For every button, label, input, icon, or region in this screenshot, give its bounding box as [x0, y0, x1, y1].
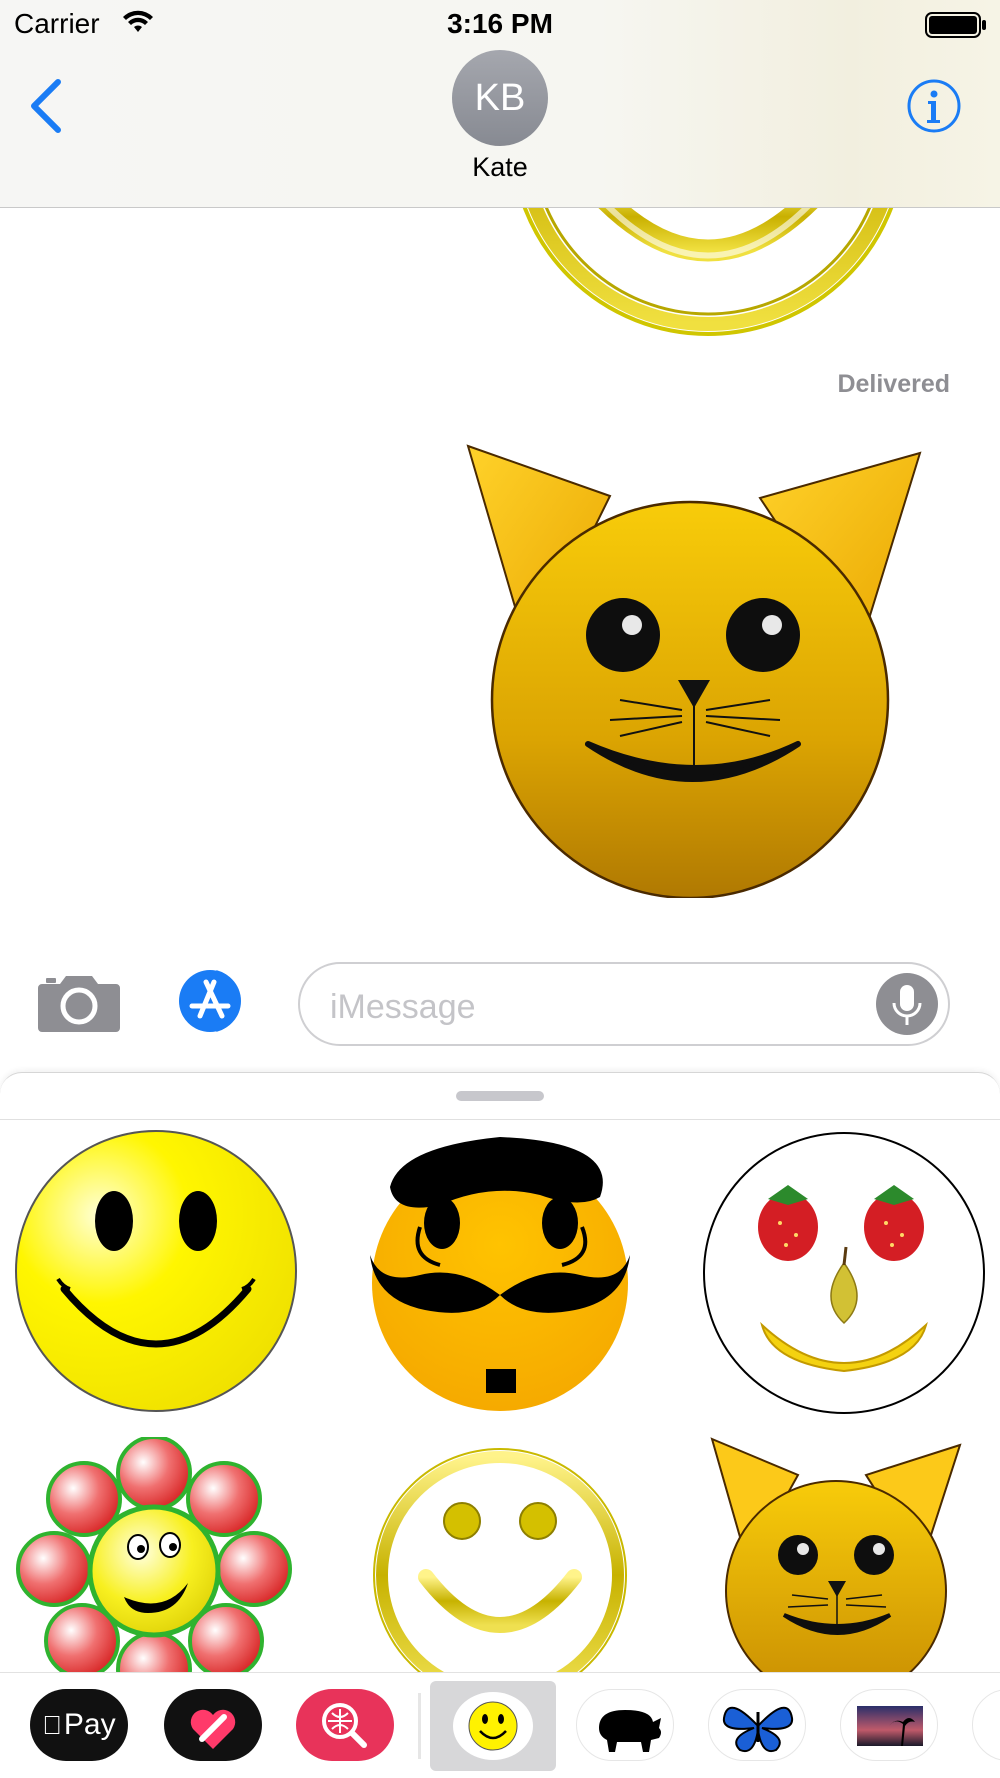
butterfly-app-icon[interactable]	[708, 1689, 806, 1761]
compose-bar: iMessage	[0, 948, 1000, 1072]
message-transcript[interactable]: Delivered	[0, 208, 1000, 948]
gold-ring-sticker-message[interactable]	[500, 208, 920, 353]
partial-app-icon[interactable]	[972, 1689, 1000, 1761]
digital-touch-icon[interactable]	[164, 1689, 262, 1761]
info-icon[interactable]	[906, 78, 962, 134]
web-images-search-icon[interactable]	[296, 1689, 394, 1761]
app-store-icon[interactable]	[170, 966, 256, 1036]
app-strip-divider	[418, 1693, 421, 1759]
apple-pay-label: Pay	[54, 1708, 116, 1741]
pig-app-icon[interactable]	[576, 1689, 674, 1761]
clock: 3:16 PM	[447, 8, 553, 39]
back-chevron-icon[interactable]	[26, 78, 66, 134]
cat-face-sticker[interactable]	[708, 1435, 968, 1672]
sticker-drawer[interactable]	[0, 1072, 1000, 1672]
delivered-status: Delivered	[837, 370, 950, 398]
fruit-face-sticker[interactable]	[702, 1131, 986, 1420]
smiley-stickers-app-icon[interactable]	[430, 1681, 556, 1771]
smiley-face-sticker[interactable]	[14, 1129, 298, 1418]
apple-pay-icon[interactable]: Pay	[30, 1689, 128, 1761]
camera-icon[interactable]	[38, 970, 120, 1034]
imessage-app-strip[interactable]: Pay	[0, 1672, 1000, 1778]
status-bar: Carrier 3:16 PM	[0, 0, 1000, 50]
battery-icon	[925, 12, 987, 43]
sunset-photo-app-icon[interactable]	[840, 1689, 938, 1761]
gold-ring-smiley-sticker[interactable]	[370, 1437, 630, 1672]
imessage-input[interactable]: iMessage	[298, 962, 950, 1046]
microphone-icon[interactable]	[876, 973, 938, 1035]
apple-logo-icon: 	[42, 1710, 62, 1740]
mustache-face-sticker[interactable]	[360, 1127, 640, 1420]
contact-avatar[interactable]: KB	[452, 50, 548, 146]
contact-name[interactable]: Kate	[0, 152, 1000, 183]
flower-face-sticker[interactable]	[14, 1435, 302, 1672]
drawer-handle[interactable]	[456, 1091, 544, 1101]
imessage-placeholder: iMessage	[330, 988, 476, 1026]
cat-sticker-message[interactable]	[460, 438, 930, 903]
drawer-divider	[0, 1119, 1000, 1120]
